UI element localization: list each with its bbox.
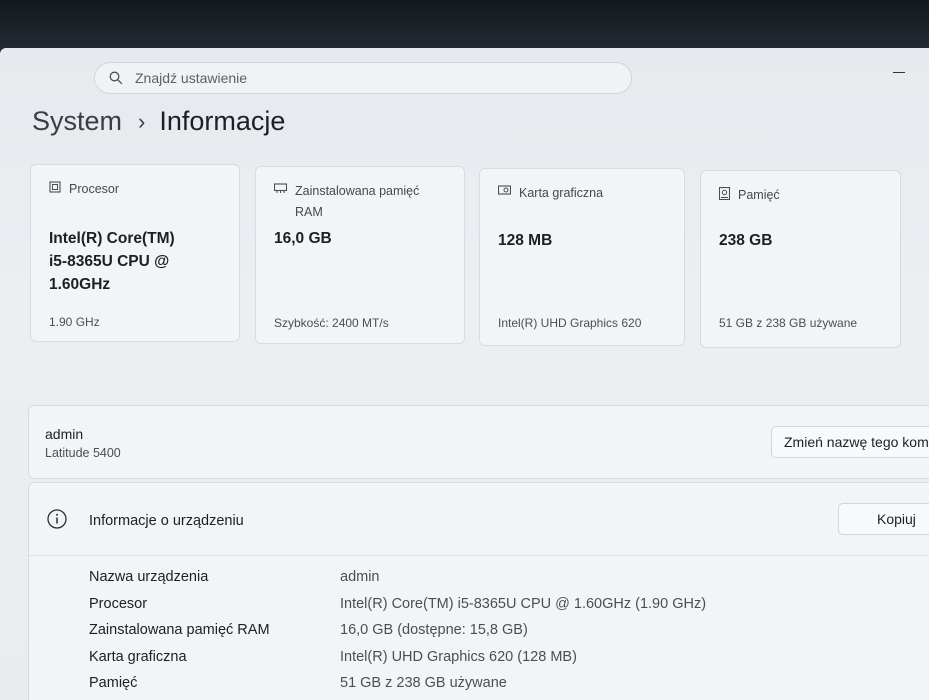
device-name-row: admin Latitude 5400 Zmień nazwę tego kom… [28, 405, 929, 479]
spec-value: Intel(R) Core(TM) i5-8365U CPU @ 1.60GHz… [340, 595, 707, 612]
spec-key: Nazwa urządzenia [89, 569, 209, 585]
spec-key: Zainstalowana pamięć RAM [89, 622, 270, 638]
processor-value-line: 1.60GHz [49, 276, 111, 293]
breadcrumb-parent[interactable]: System [32, 106, 122, 137]
spec-key: Pamięć [89, 675, 138, 691]
device-info-panel: Informacje o urządzeniu Kopiuj Nazwa urz… [28, 482, 929, 700]
gpu-label: Karta graficzna [519, 186, 604, 200]
search-icon [109, 71, 123, 85]
spec-key: Procesor [89, 595, 148, 612]
ram-label-line: Zainstalowana pamięć [295, 184, 420, 198]
device-name: admin [45, 426, 84, 442]
settings-window: Znajdź ustawienie System › Informacje Pr… [0, 48, 929, 700]
processor-speed: 1.90 GHz [49, 315, 100, 329]
laptop-bezel [0, 0, 929, 52]
processor-label: Procesor [69, 182, 120, 196]
storage-icon [719, 187, 730, 200]
storage-value: 238 GB [719, 232, 773, 249]
gpu-icon [498, 185, 511, 195]
ram-value: 16,0 GB [274, 230, 332, 247]
processor-card: Procesor Intel(R) Core(TM) i5-8365U CPU … [30, 164, 240, 342]
ram-label-line: RAM [295, 205, 323, 219]
minimize-icon[interactable] [893, 72, 905, 73]
storage-label: Pamięć [738, 188, 780, 202]
spec-value: admin [340, 569, 380, 585]
processor-value: Intel(R) Core(TM) i5-8365U CPU @ 1.60GHz [49, 227, 175, 296]
breadcrumb: System › Informacje [32, 106, 285, 137]
spec-value: Intel(R) UHD Graphics 620 (128 MB) [340, 648, 577, 665]
device-info-header[interactable]: Informacje o urządzeniu Kopiuj [29, 483, 929, 556]
spec-value: 51 GB z 238 GB używane [340, 675, 507, 691]
processor-value-line: Intel(R) Core(TM) [49, 230, 175, 247]
search-box[interactable]: Znajdź ustawienie [94, 62, 632, 94]
ram-card: Zainstalowana pamięć RAM 16,0 GB Szybkoś… [255, 166, 465, 344]
rename-pc-button[interactable]: Zmień nazwę tego komputera [771, 426, 929, 458]
ram-speed: Szybkość: 2400 MT/s [274, 316, 389, 330]
info-icon [47, 509, 67, 529]
gpu-card: Karta graficzna 128 MB Intel(R) UHD Grap… [479, 168, 685, 346]
device-model: Latitude 5400 [45, 446, 121, 460]
processor-icon [49, 181, 61, 193]
spec-key: Karta graficzna [89, 648, 187, 665]
processor-value-line: i5-8365U CPU @ [49, 253, 170, 270]
storage-usage: 51 GB z 238 GB używane [719, 316, 858, 330]
page-title: Informacje [159, 106, 286, 136]
ram-label: Zainstalowana pamięć RAM [295, 181, 419, 223]
device-info-title: Informacje o urządzeniu [89, 513, 244, 529]
chevron-right-icon: › [138, 108, 146, 134]
storage-card: Pamięć 238 GB 51 GB z 238 GB używane [700, 170, 901, 348]
spec-value: 16,0 GB (dostępne: 15,8 GB) [340, 622, 528, 638]
copy-button[interactable]: Kopiuj [838, 503, 929, 535]
ram-icon [274, 183, 287, 193]
search-placeholder: Znajdź ustawienie [135, 70, 248, 86]
gpu-model: Intel(R) UHD Graphics 620 [498, 316, 642, 330]
gpu-value: 128 MB [498, 232, 553, 249]
